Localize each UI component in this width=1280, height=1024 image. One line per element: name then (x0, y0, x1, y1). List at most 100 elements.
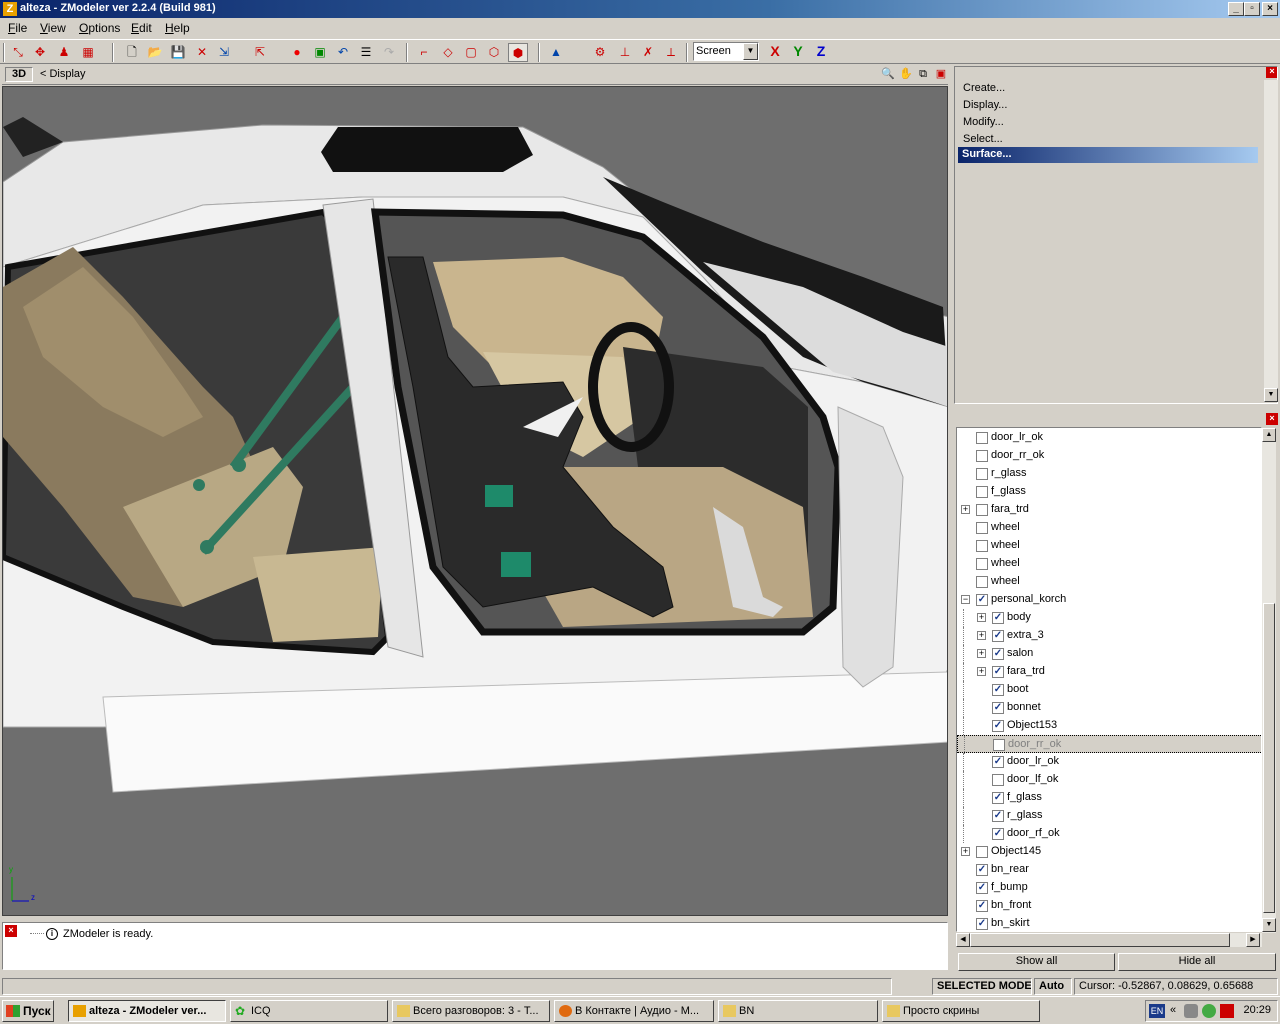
tree-row[interactable]: + fara_trd (957, 501, 1261, 519)
tree-row[interactable]: ✓ door_rf_ok (957, 825, 1261, 843)
tree-row[interactable]: door_lf_ok (957, 771, 1261, 789)
scroll-left-icon[interactable]: ◀ (956, 933, 970, 947)
close-hierarchy-icon[interactable]: × (1266, 413, 1278, 425)
tree-row[interactable]: ✓ r_glass (957, 807, 1261, 825)
visibility-checkbox[interactable] (976, 540, 988, 552)
tree-row[interactable]: wheel (957, 573, 1261, 591)
tree-row[interactable]: + ✓ extra_3 (957, 627, 1261, 645)
hide-all-button[interactable]: Hide all (1118, 953, 1276, 971)
tree-row[interactable]: + ✓ salon (957, 645, 1261, 663)
visibility-checkbox[interactable]: ✓ (992, 684, 1004, 696)
command-create[interactable]: Create... (963, 82, 1005, 94)
axis-gizmo-icon[interactable]: ⊥ (615, 43, 635, 62)
tree-row[interactable]: ✓ Object153 (957, 717, 1261, 735)
visibility-checkbox[interactable]: ✓ (992, 792, 1004, 804)
move-tool-icon[interactable]: ✥ (30, 43, 50, 62)
visibility-checkbox[interactable]: ✓ (992, 828, 1004, 840)
scroll-down-icon[interactable]: ▼ (1262, 918, 1276, 932)
visibility-checkbox[interactable]: ✓ (992, 720, 1004, 732)
visibility-checkbox[interactable] (976, 522, 988, 534)
expand-icon[interactable]: + (961, 505, 970, 514)
task-screenshots-folder[interactable]: Просто скрины (882, 1000, 1040, 1022)
menu-help[interactable]: Help (165, 21, 190, 35)
visibility-checkbox[interactable] (976, 558, 988, 570)
triangle-tool-icon[interactable]: ▲ (546, 43, 566, 62)
undo-icon[interactable]: ↶ (333, 43, 353, 62)
visibility-checkbox[interactable]: ✓ (976, 918, 988, 930)
tree-row[interactable]: ✓ boot (957, 681, 1261, 699)
3d-viewport[interactable]: y z (2, 86, 948, 916)
tree-row[interactable]: + Object145 (957, 843, 1261, 861)
menu-options[interactable]: Options (79, 21, 120, 35)
vertex-mode-icon[interactable]: ⌐ (414, 43, 434, 62)
expand-icon[interactable]: + (977, 631, 986, 640)
visibility-checkbox[interactable] (976, 450, 988, 462)
visibility-checkbox[interactable]: ✓ (992, 810, 1004, 822)
minimize-button[interactable]: _ (1228, 2, 1244, 16)
visibility-checkbox[interactable]: ✓ (976, 882, 988, 894)
visibility-checkbox[interactable] (992, 774, 1004, 786)
tree-row[interactable]: f_glass (957, 483, 1261, 501)
visibility-checkbox[interactable]: ✓ (976, 594, 988, 606)
expand-icon[interactable]: + (977, 667, 986, 676)
visibility-checkbox[interactable] (976, 576, 988, 588)
task-browser[interactable]: В Контакте | Аудио - М... (554, 1000, 714, 1022)
tree-row[interactable]: − ✓ personal_korch (957, 591, 1261, 609)
visibility-checkbox[interactable] (976, 468, 988, 480)
menu-view[interactable]: View (40, 21, 66, 35)
figure-tool-icon[interactable]: ♟ (54, 43, 74, 62)
visibility-checkbox[interactable] (976, 504, 988, 516)
antivirus-tray-icon[interactable] (1220, 1004, 1234, 1018)
scroll-down-icon[interactable]: ▼ (1264, 388, 1278, 402)
tree-row[interactable]: wheel (957, 519, 1261, 537)
tree-row[interactable]: ✓ f_glass (957, 789, 1261, 807)
visibility-checkbox[interactable] (976, 486, 988, 498)
tree-horizontal-scrollbar[interactable]: ◀ ▶ (956, 933, 1262, 947)
new-file-icon[interactable]: 🗋 (122, 43, 142, 62)
visibility-checkbox[interactable]: ✓ (992, 648, 1004, 660)
texture-icon[interactable]: ▣ (310, 43, 330, 62)
task-bn-folder[interactable]: BN (718, 1000, 878, 1022)
viewport-breadcrumb[interactable]: < Display (40, 68, 86, 80)
export-icon[interactable]: ⇱ (250, 43, 270, 62)
task-zmodeler[interactable]: alteza - ZModeler ver... (68, 1000, 226, 1022)
icq-tray-icon[interactable] (1202, 1004, 1216, 1018)
tray-expand-icon[interactable]: « (1170, 1004, 1176, 1016)
open-folder-icon[interactable]: 📂 (145, 43, 165, 62)
command-display[interactable]: Display... (963, 99, 1007, 111)
tree-row[interactable]: ✓ door_lr_ok (957, 753, 1261, 771)
visibility-checkbox[interactable]: ✓ (992, 756, 1004, 768)
command-surface-selected[interactable]: Surface... (958, 147, 1258, 163)
import-icon[interactable]: ⇲ (214, 43, 234, 62)
tree-row[interactable]: + ✓ fara_trd (957, 663, 1261, 681)
tree-row[interactable]: r_glass (957, 465, 1261, 483)
select-tool-icon[interactable]: ⤡ (8, 43, 28, 62)
axis-lock-icon[interactable]: ✗ (638, 43, 658, 62)
chevron-down-icon[interactable]: ▼ (743, 43, 758, 60)
tree-row[interactable]: ✓ bn_front (957, 897, 1261, 915)
box-mode-icon[interactable]: ⬢ (508, 43, 528, 62)
tree-row[interactable]: + ✓ body (957, 609, 1261, 627)
tree-vertical-scrollbar[interactable]: ▲ ▼ (1262, 428, 1276, 933)
axis-z-toggle[interactable]: Z (811, 41, 831, 61)
axis-x-toggle[interactable]: X (765, 41, 785, 61)
redo-icon[interactable]: ↷ (379, 43, 399, 62)
scroll-right-icon[interactable]: ▶ (1246, 933, 1260, 947)
close-button[interactable]: × (1262, 2, 1278, 16)
visibility-checkbox[interactable]: ✓ (992, 630, 1004, 642)
scroll-up-icon[interactable]: ▲ (1262, 428, 1276, 442)
menu-edit[interactable]: Edit (131, 21, 152, 35)
command-panel-scrollbar[interactable]: ▼ (1264, 80, 1278, 402)
menu-file[interactable]: File (8, 21, 27, 35)
maximize-view-icon[interactable]: ⧉ (913, 65, 933, 84)
visibility-checkbox[interactable]: ✓ (992, 612, 1004, 624)
expand-icon[interactable]: + (977, 613, 986, 622)
visibility-checkbox[interactable]: ✓ (992, 666, 1004, 678)
visibility-checkbox[interactable]: ✓ (992, 702, 1004, 714)
axis-y-toggle[interactable]: Y (788, 41, 808, 61)
tree-row[interactable]: ✓ bonnet (957, 699, 1261, 717)
face-mode-icon[interactable]: ◇ (438, 43, 458, 62)
zoom-icon[interactable]: 🔍 (878, 65, 898, 84)
visibility-checkbox[interactable]: ✓ (976, 900, 988, 912)
visibility-checkbox[interactable] (976, 846, 988, 858)
